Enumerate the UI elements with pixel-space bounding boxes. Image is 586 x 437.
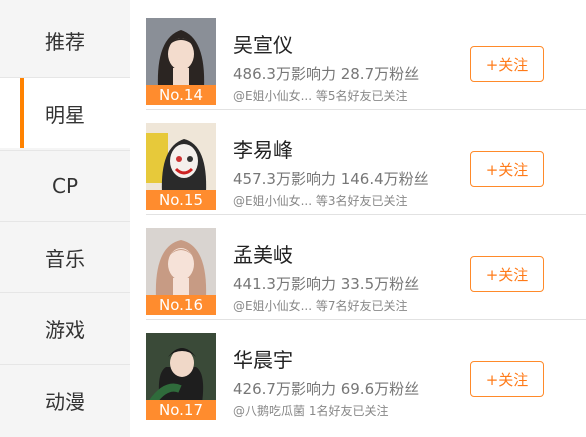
sidebar-item-games[interactable]: 游戏 <box>0 293 130 363</box>
avatar[interactable] <box>146 333 216 403</box>
friends-following: @八鹅吃瓜菌 1名好友已关注 <box>233 404 389 418</box>
avatar[interactable] <box>146 228 216 298</box>
list-item[interactable]: No.16 孟美岐 441.3万影响力 33.5万粉丝 @E姐小仙女... 等7… <box>130 215 586 320</box>
rank-badge: No.14 <box>146 85 216 105</box>
star-name[interactable]: 李易峰 <box>233 134 293 163</box>
sidebar-item-cp[interactable]: CP <box>0 151 130 221</box>
friends-following: @E姐小仙女... 等3名好友已关注 <box>233 194 408 208</box>
avatar[interactable] <box>146 18 216 88</box>
sidebar-item-stars[interactable]: 明星 <box>0 78 130 148</box>
avatar[interactable] <box>146 123 216 193</box>
sidebar-item-anime[interactable]: 动漫 <box>0 365 130 435</box>
star-ranking-list: No.14 吴宣仪 486.3万影响力 28.7万粉丝 @E姐小仙女... 等5… <box>130 0 586 437</box>
list-item[interactable]: No.14 吴宣仪 486.3万影响力 28.7万粉丝 @E姐小仙女... 等5… <box>130 5 586 110</box>
follow-button[interactable]: +关注 <box>470 151 544 187</box>
sidebar-item-label: 游戏 <box>45 317 85 342</box>
sidebar-item-recommend[interactable]: 推荐 <box>0 5 130 75</box>
friends-following: @E姐小仙女... 等7名好友已关注 <box>233 299 408 313</box>
star-name[interactable]: 华晨宇 <box>233 344 293 373</box>
sidebar-item-music[interactable]: 音乐 <box>0 222 130 292</box>
star-stats: 426.7万影响力 69.6万粉丝 <box>233 380 420 398</box>
sidebar-item-label: 推荐 <box>45 29 85 54</box>
follow-button[interactable]: +关注 <box>470 361 544 397</box>
star-stats: 486.3万影响力 28.7万粉丝 <box>233 65 420 83</box>
star-stats: 457.3万影响力 146.4万粉丝 <box>233 170 429 188</box>
rank-badge: No.17 <box>146 400 216 420</box>
star-name[interactable]: 孟美岐 <box>233 239 293 268</box>
star-name[interactable]: 吴宣仪 <box>233 29 293 58</box>
sidebar-item-label: 动漫 <box>45 389 85 414</box>
rank-badge: No.15 <box>146 190 216 210</box>
list-item[interactable]: No.15 李易峰 457.3万影响力 146.4万粉丝 @E姐小仙女... 等… <box>130 110 586 215</box>
follow-button[interactable]: +关注 <box>470 46 544 82</box>
category-sidebar: 推荐 明星 CP 音乐 游戏 动漫 <box>0 0 130 437</box>
sidebar-item-label: 音乐 <box>45 246 85 271</box>
rank-badge: No.16 <box>146 295 216 315</box>
list-item[interactable]: No.17 华晨宇 426.7万影响力 69.6万粉丝 @八鹅吃瓜菌 1名好友已… <box>130 320 586 425</box>
friends-following: @E姐小仙女... 等5名好友已关注 <box>233 89 408 103</box>
sidebar-item-label: CP <box>51 174 79 198</box>
follow-button[interactable]: +关注 <box>470 256 544 292</box>
sidebar-item-label: 明星 <box>45 102 85 127</box>
star-stats: 441.3万影响力 33.5万粉丝 <box>233 275 420 293</box>
